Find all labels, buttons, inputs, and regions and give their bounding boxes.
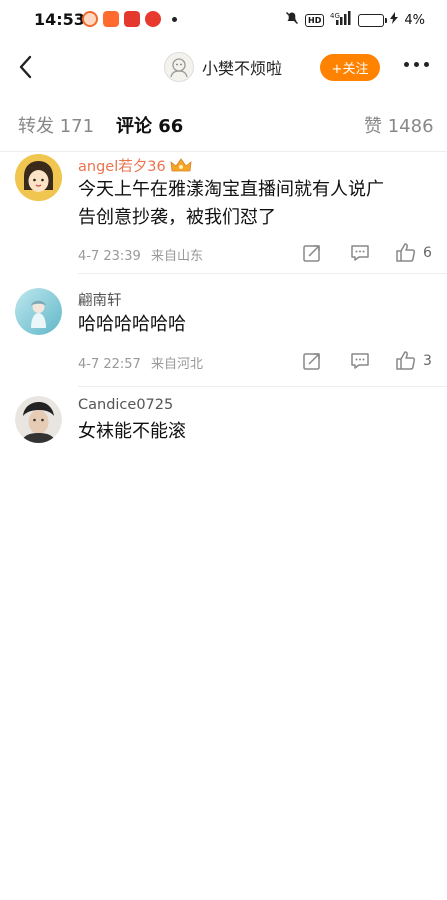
crown-badge-icon xyxy=(170,157,192,171)
more-dot-icon xyxy=(414,62,419,67)
battery-icon xyxy=(358,13,388,27)
commenter-name-text[interactable]: 翩南轩 xyxy=(78,289,122,310)
like-count: 3 xyxy=(423,353,432,369)
comment-text-line: 哈哈哈哈哈哈 xyxy=(78,314,186,335)
tab-comment[interactable]: 评论 66 xyxy=(116,112,183,138)
comment-text: 女袜能不能滚 xyxy=(78,418,428,446)
like-button[interactable] xyxy=(395,241,417,263)
comment-item: angel若夕36 今天上午在雅漾淘宝直播间就有人说广 告创意抄袭，被我们怼了 … xyxy=(0,152,447,274)
news-app-icon xyxy=(124,11,140,27)
comment-meta: 4-7 23:39 来自山东 xyxy=(78,245,203,264)
comment-text-line: 女袜能不能滚 xyxy=(78,421,186,442)
chevron-left-icon xyxy=(19,55,32,79)
follow-button[interactable]: +关注 xyxy=(320,54,380,81)
comment-meta: 4-7 22:57 来自河北 xyxy=(78,353,203,372)
comment-text-line: 告创意抄袭，被我们怼了 xyxy=(78,207,276,228)
comment-location: 来自山东 xyxy=(150,249,203,264)
like-count: 6 xyxy=(423,245,432,261)
comment-time: 4-7 23:39 xyxy=(78,249,141,264)
weibo-app-icon xyxy=(82,11,98,27)
video-app-icon xyxy=(103,11,119,27)
commenter-name[interactable]: 翩南轩 xyxy=(78,289,122,310)
comment-location: 来自河北 xyxy=(150,357,203,372)
nav-bar: 小樊不烦啦 +关注 xyxy=(0,40,447,94)
commenter-name-text[interactable]: angel若夕36 xyxy=(78,155,166,176)
commenter-name-text[interactable]: Candice0725 xyxy=(78,397,173,413)
commenter-name[interactable]: Candice0725 xyxy=(78,397,173,413)
commenter-avatar[interactable] xyxy=(15,288,62,335)
notification-icons xyxy=(82,11,177,27)
status-bar: 14:53 HD 4G 4% xyxy=(0,0,447,40)
comment-item: 翩南轩 哈哈哈哈哈哈 4-7 22:57 来自河北 3 xyxy=(0,274,447,387)
comment-time: 4-7 22:57 xyxy=(78,357,141,372)
charging-icon xyxy=(390,12,399,28)
share-button[interactable] xyxy=(301,350,323,372)
comment-text-line: 今天上午在雅漾淘宝直播间就有人说广 xyxy=(78,179,384,200)
hd-voice-icon: HD xyxy=(305,13,325,27)
commenter-name[interactable]: angel若夕36 xyxy=(78,155,192,176)
status-time: 14:53 xyxy=(34,10,85,29)
post-tabs: 转发 171 评论 66 赞 1486 xyxy=(0,94,447,152)
comment-icon xyxy=(351,245,369,261)
commenter-avatar[interactable] xyxy=(15,396,62,443)
author-avatar[interactable] xyxy=(164,52,194,82)
more-dot-icon xyxy=(424,62,429,67)
like-button[interactable] xyxy=(395,349,417,371)
tab-like[interactable]: 赞 1486 xyxy=(364,112,434,138)
music-app-icon xyxy=(145,11,161,27)
battery-percent: 4% xyxy=(404,12,425,28)
svg-text:4G: 4G xyxy=(330,12,340,20)
share-icon xyxy=(303,353,320,370)
thumbs-up-icon xyxy=(396,243,416,262)
share-button[interactable] xyxy=(301,242,323,264)
comment-item: Candice0725 女袜能不能滚 xyxy=(0,387,447,500)
more-dot-icon xyxy=(404,62,409,67)
reply-button[interactable] xyxy=(349,350,371,372)
reply-button[interactable] xyxy=(349,242,371,264)
post-author[interactable]: 小樊不烦啦 xyxy=(164,52,282,82)
share-icon xyxy=(303,245,320,262)
more-notifications-dot xyxy=(172,16,177,22)
more-options-button[interactable] xyxy=(404,62,429,67)
tab-repost[interactable]: 转发 171 xyxy=(18,112,94,138)
author-name[interactable]: 小樊不烦啦 xyxy=(202,55,282,79)
comment-text: 今天上午在雅漾淘宝直播间就有人说广 告创意抄袭，被我们怼了 xyxy=(78,176,428,232)
signal-icon: 4G xyxy=(330,11,352,29)
commenter-avatar[interactable] xyxy=(15,154,62,201)
back-button[interactable] xyxy=(12,52,42,82)
thumbs-up-icon xyxy=(396,351,416,370)
mute-icon xyxy=(285,11,299,29)
comment-icon xyxy=(351,353,369,369)
comment-text: 哈哈哈哈哈哈 xyxy=(78,311,428,339)
